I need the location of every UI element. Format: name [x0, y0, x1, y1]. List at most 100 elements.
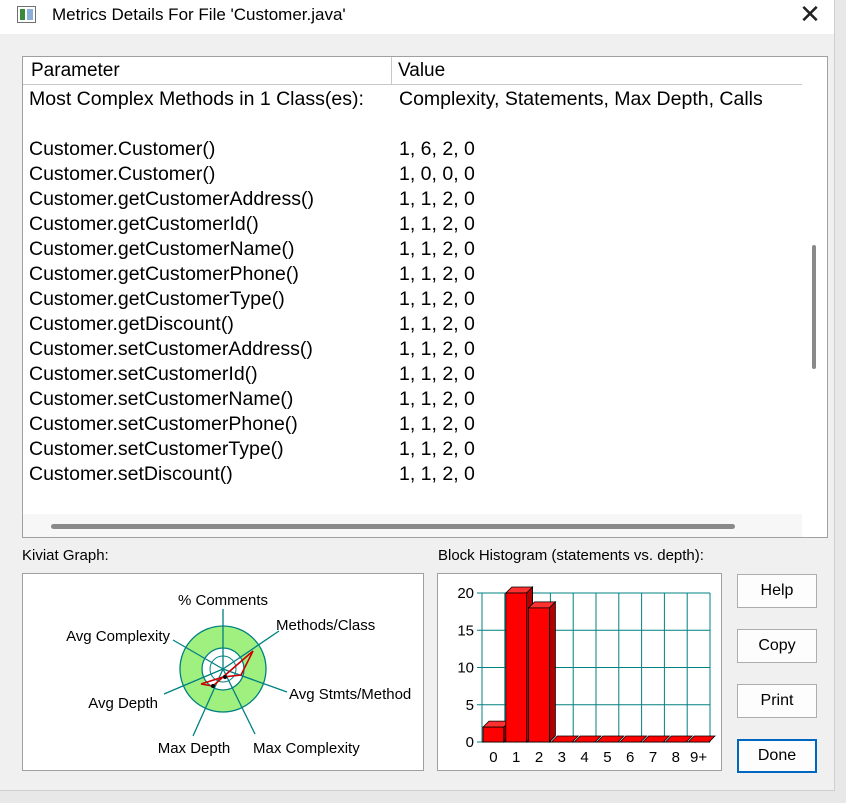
bar — [505, 592, 528, 743]
kiviat-graph: % Comments Methods/Class Avg Stmts/Metho… — [22, 573, 424, 771]
bar — [528, 607, 550, 743]
x-tick-label: 2 — [535, 749, 543, 766]
axis-label-comments: % Comments — [178, 592, 268, 609]
table-row[interactable]: Customer.setCustomerType() 1, 1, 2, 0 — [23, 437, 802, 462]
y-tick-label: 20 — [457, 585, 474, 602]
cell-value: 1, 1, 2, 0 — [399, 188, 475, 210]
cell-parameter: Most Complex Methods in 1 Class(es): — [29, 88, 364, 110]
cell-parameter: Customer.Customer() — [29, 138, 216, 160]
block-histogram: 0 5 10 15 20 0 1 2 3 4 5 6 7 8 9+ — [437, 573, 722, 771]
cell-value: 1, 6, 2, 0 — [399, 138, 475, 160]
bar — [596, 735, 625, 743]
cell-value: 1, 1, 2, 0 — [399, 263, 475, 285]
table-row[interactable]: Customer.Customer() 1, 0, 0, 0 — [23, 162, 802, 187]
table-row[interactable]: Customer.setCustomerId() 1, 1, 2, 0 — [23, 362, 802, 387]
cell-value: 1, 1, 2, 0 — [399, 338, 475, 360]
vertical-scroll-thumb[interactable] — [812, 245, 816, 369]
cell-value: 1, 1, 2, 0 — [399, 288, 475, 310]
histogram-label: Block Histogram (statements vs. depth): — [438, 547, 704, 564]
axis-label-avg-depth: Avg Depth — [88, 695, 158, 712]
bar — [687, 735, 716, 743]
table-row[interactable]: Customer.setCustomerName() 1, 1, 2, 0 — [23, 387, 802, 412]
x-tick-label: 5 — [603, 749, 611, 766]
table-row[interactable] — [23, 112, 802, 137]
bar — [550, 735, 580, 743]
x-tick-label: 4 — [580, 749, 588, 766]
cell-value: 1, 0, 0, 0 — [399, 163, 475, 185]
x-tick-label: 6 — [626, 749, 634, 766]
window-title: Metrics Details For File 'Customer.java' — [52, 5, 346, 24]
bar — [641, 735, 671, 743]
print-button[interactable]: Print — [737, 684, 817, 718]
bar-side — [549, 600, 556, 743]
x-tick-label: 9+ — [690, 749, 707, 766]
cell-value: 1, 1, 2, 0 — [399, 238, 475, 260]
horizontal-scrollbar[interactable] — [23, 514, 802, 537]
cell-parameter: Customer.getCustomerType() — [29, 288, 285, 310]
x-tick-label: 3 — [558, 749, 566, 766]
title-bar: Metrics Details For File 'Customer.java'… — [0, 0, 834, 34]
x-tick-label: 1 — [512, 749, 520, 766]
column-header-value[interactable]: Value — [392, 57, 802, 85]
axis-label-avg-stmts: Avg Stmts/Method — [289, 686, 411, 703]
y-tick-label: 15 — [457, 622, 474, 639]
y-tick-label: 5 — [466, 697, 474, 714]
table-row[interactable]: Customer.setCustomerAddress() 1, 1, 2, 0 — [23, 337, 802, 362]
bar — [618, 735, 648, 743]
cell-parameter: Customer.getCustomerId() — [29, 213, 259, 235]
axis-label-max-complexity: Max Complexity — [253, 740, 360, 757]
cell-parameter: Customer.setCustomerId() — [29, 363, 258, 385]
cell-parameter: Customer.setCustomerPhone() — [29, 413, 298, 435]
table-row[interactable]: Customer.getCustomerName() 1, 1, 2, 0 — [23, 237, 802, 262]
x-tick-label: 0 — [489, 749, 497, 766]
table-row[interactable]: Customer.getDiscount() 1, 1, 2, 0 — [23, 312, 802, 337]
cell-parameter: Customer.Customer() — [29, 163, 216, 185]
column-header-parameter[interactable]: Parameter — [23, 57, 392, 85]
bar — [664, 735, 694, 743]
metrics-table: Parameter Value Most Complex Methods in … — [22, 56, 828, 538]
table-row[interactable]: Customer.setCustomerPhone() 1, 1, 2, 0 — [23, 412, 802, 437]
histogram-chart: 051015200 1 2 3 4 5 6 7 8 9+ — [457, 585, 716, 766]
y-tick-label: 0 — [466, 734, 474, 751]
axis-label-avg-complexity: Avg Complexity — [66, 628, 170, 645]
bar — [573, 735, 602, 743]
table-row[interactable]: Customer.Customer() 1, 6, 2, 0 — [23, 137, 802, 162]
y-tick-label: 10 — [457, 660, 474, 677]
cell-parameter: Customer.getDiscount() — [29, 313, 234, 335]
cell-parameter: Customer.setDiscount() — [29, 463, 233, 485]
x-tick-label: 8 — [672, 749, 680, 766]
cell-parameter: Customer.setCustomerName() — [29, 388, 294, 410]
help-button[interactable]: Help — [737, 574, 817, 608]
cell-parameter: Customer.setCustomerAddress() — [29, 338, 313, 360]
bar — [482, 726, 505, 743]
table-row[interactable]: Customer.setDiscount() 1, 1, 2, 0 — [23, 462, 802, 487]
cell-value: Complexity, Statements, Max Depth, Calls — [399, 88, 763, 110]
vertical-scrollbar[interactable] — [802, 85, 827, 537]
copy-button[interactable]: Copy — [737, 629, 817, 663]
x-tick-label: 7 — [649, 749, 657, 766]
cell-value: 1, 1, 2, 0 — [399, 438, 475, 460]
table-row[interactable]: Customer.getCustomerType() 1, 1, 2, 0 — [23, 287, 802, 312]
table-row[interactable]: Customer.getCustomerId() 1, 1, 2, 0 — [23, 212, 802, 237]
axis-label-methods-class: Methods/Class — [276, 617, 375, 634]
done-button[interactable]: Done — [737, 739, 817, 773]
cell-parameter: Customer.getCustomerAddress() — [29, 188, 315, 210]
metrics-dialog: Metrics Details For File 'Customer.java'… — [0, 0, 835, 791]
table-row[interactable]: Customer.getCustomerAddress() 1, 1, 2, 0 — [23, 187, 802, 212]
kiviat-label: Kiviat Graph: — [22, 547, 109, 564]
cell-value: 1, 1, 2, 0 — [399, 363, 475, 385]
app-icon — [17, 6, 36, 23]
cell-value: 1, 1, 2, 0 — [399, 388, 475, 410]
cell-parameter: Customer.getCustomerPhone() — [29, 263, 299, 285]
cell-parameter: Customer.setCustomerType() — [29, 438, 284, 460]
axis-label-max-depth: Max Depth — [158, 740, 231, 757]
horizontal-scroll-thumb[interactable] — [51, 524, 735, 529]
cell-value: 1, 1, 2, 0 — [399, 213, 475, 235]
cell-parameter: Customer.getCustomerName() — [29, 238, 295, 260]
cell-value: 1, 1, 2, 0 — [399, 463, 475, 485]
table-row[interactable]: Customer.getCustomerPhone() 1, 1, 2, 0 — [23, 262, 802, 287]
cell-value: 1, 1, 2, 0 — [399, 413, 475, 435]
table-row[interactable]: Most Complex Methods in 1 Class(es): Comp… — [23, 87, 802, 112]
cell-value: 1, 1, 2, 0 — [399, 313, 475, 335]
close-icon[interactable]: ✕ — [790, 0, 830, 30]
